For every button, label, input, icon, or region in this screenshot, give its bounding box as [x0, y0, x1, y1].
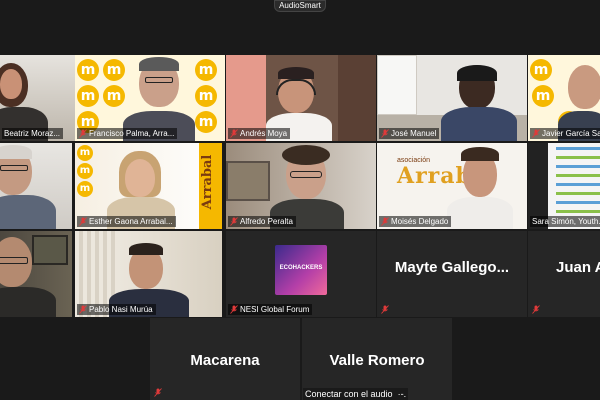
participant-name-label: Alfredo Peralta — [228, 216, 296, 227]
participant-name-label: Moisés Delgado — [379, 216, 452, 227]
participant-name: Moisés Delgado — [391, 217, 449, 226]
video-tile-active-speaker[interactable]: m m m Javier García Sante... — [528, 55, 600, 141]
nesi-poster-title: ECOHACKERS — [279, 265, 323, 271]
video-tile[interactable]: Sara Simón, Youth... — [528, 143, 600, 229]
video-tile-no-video[interactable]: Macarena — [150, 318, 300, 400]
participant-name-label: Francisco Palma, Arra... — [77, 128, 178, 139]
participant-display-name: Macarena — [190, 352, 260, 369]
video-tile[interactable]: asociación Arrabal Moisés Delgado — [377, 143, 527, 229]
participant-name-label: Beatriz Moraz... — [2, 128, 64, 139]
participant-name-label: NESI Global Forum — [228, 304, 313, 315]
video-tile[interactable]: José Manuel — [377, 55, 527, 141]
mic-muted-icon — [230, 217, 238, 226]
video-tile[interactable]: Pablo Nasi Murúa — [75, 231, 222, 317]
connect-audio-prompt[interactable]: Conectar con el audio ·-. — [303, 388, 409, 400]
video-tile[interactable]: m m m Arrabal Esther Gaona Arrabal... — [75, 143, 222, 229]
participant-name-label: Sara Simón, Youth... — [530, 216, 600, 227]
mic-muted-icon — [532, 305, 540, 314]
participant-name-label: Andrés Moya — [228, 128, 291, 139]
mic-muted-icon — [230, 305, 238, 314]
top-bar: AudioSmart — [0, 0, 600, 14]
video-tile[interactable]: Alfredo Peralta — [226, 143, 376, 229]
participant-name: José Manuel — [391, 129, 437, 138]
participant-name-label — [530, 304, 543, 315]
video-tile[interactable]: Andrés Moya — [226, 55, 376, 141]
mic-muted-icon — [79, 217, 87, 226]
video-tile-no-video[interactable]: Juan A... — [528, 231, 600, 317]
connect-audio-label: Conectar con el audio — [305, 389, 393, 399]
video-tile-no-video[interactable]: Mayte Gallego... — [377, 231, 527, 317]
participant-display-name: Valle Romero — [329, 352, 425, 369]
participant-name-label — [379, 304, 392, 315]
mic-muted-icon — [79, 305, 87, 314]
mic-muted-icon — [381, 217, 389, 226]
loading-dots-icon: ·-. — [395, 389, 407, 399]
video-tile[interactable]: ECOHACKERS NESI Global Forum — [226, 231, 376, 317]
app-title-badge[interactable]: AudioSmart — [274, 0, 326, 12]
participant-name-label: Javier García Sante... — [530, 128, 600, 139]
participant-name: Pablo Nasi Murúa — [89, 305, 153, 314]
participant-name: NESI Global Forum — [240, 305, 310, 314]
mic-muted-icon — [79, 129, 87, 138]
participant-name-label: Esther Gaona Arrabal... — [77, 216, 176, 227]
participant-name: Esther Gaona Arrabal... — [89, 217, 173, 226]
participant-display-name: Mayte Gallego... — [394, 259, 510, 276]
nesi-poster: ECOHACKERS — [275, 245, 327, 295]
mic-muted-icon — [381, 129, 389, 138]
mic-muted-icon — [154, 388, 162, 397]
video-tile[interactable]: m m m m m m m m Francisco Palma, Arra... — [75, 55, 225, 141]
video-tile[interactable] — [0, 143, 72, 229]
participant-name: Alfredo Peralta — [240, 217, 293, 226]
bottom-video-row: Macarena Valle Romero — [0, 318, 600, 400]
video-tile[interactable] — [0, 231, 72, 317]
participant-display-name: Juan A... — [556, 259, 600, 276]
participant-name: Sara Simón, Youth... — [532, 217, 600, 226]
participant-name-label: José Manuel — [379, 128, 440, 139]
arrabal-banner: Arrabal — [200, 154, 215, 210]
mic-muted-icon — [532, 129, 540, 138]
participant-name: Beatriz Moraz... — [4, 129, 61, 138]
mic-muted-icon — [230, 129, 238, 138]
mic-muted-icon — [381, 305, 389, 314]
video-feed — [0, 231, 72, 317]
participant-name: Andrés Moya — [240, 129, 288, 138]
participant-name: Javier García Sante... — [542, 129, 600, 138]
participant-name-label: Pablo Nasi Murúa — [77, 304, 156, 315]
video-feed — [0, 143, 72, 229]
participant-name-label — [152, 387, 165, 398]
participant-name: Francisco Palma, Arra... — [89, 129, 175, 138]
